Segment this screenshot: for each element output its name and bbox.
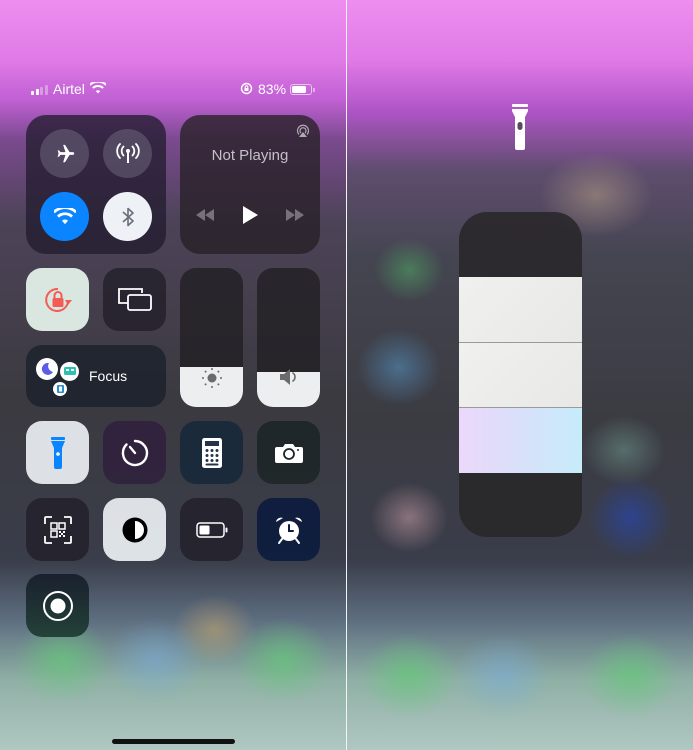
timer-icon: [121, 439, 148, 466]
battery-percent: 83%: [258, 81, 287, 97]
flashlight-icon: [50, 436, 65, 469]
screen-recording-button[interactable]: [26, 574, 89, 637]
cellular-data-toggle[interactable]: [103, 129, 152, 178]
brightness-slider[interactable]: [180, 268, 243, 407]
flashlight-icon: [512, 104, 528, 150]
flashlight-expanded-panel: [347, 0, 693, 750]
flashlight-level-segment: [459, 342, 582, 408]
moon-icon: [36, 358, 58, 380]
bed-icon: [60, 362, 79, 381]
sun-icon: [180, 367, 243, 389]
calculator-icon: [201, 437, 222, 468]
connectivity-module: [26, 115, 166, 254]
work-icon: [53, 382, 67, 396]
now-playing-title: Not Playing: [211, 147, 289, 164]
fast-forward-icon[interactable]: [285, 209, 305, 221]
wifi-icon: [53, 208, 76, 225]
flashlight-intensity-slider[interactable]: [459, 212, 582, 537]
airplay-icon[interactable]: [296, 124, 310, 138]
flashlight-level-segment: [459, 277, 582, 342]
bluetooth-toggle[interactable]: [103, 192, 152, 241]
alarm-clock-icon: [275, 517, 302, 544]
focus-label: Focus: [89, 368, 128, 384]
wifi-toggle[interactable]: [40, 192, 89, 241]
control-center-left-panel: Airtel 83% Not Playing Focus: [0, 0, 346, 750]
airplane-icon: [57, 144, 74, 162]
speaker-icon: [257, 367, 320, 387]
record-icon: [42, 590, 73, 621]
camera-button[interactable]: [257, 421, 320, 484]
status-bar: Airtel 83%: [0, 81, 346, 97]
battery-icon: [290, 84, 315, 95]
code-scanner-button[interactable]: [26, 498, 89, 561]
dark-mode-icon: [122, 517, 147, 542]
battery-icon: [195, 521, 227, 538]
volume-slider[interactable]: [257, 268, 320, 407]
airplane-mode-toggle[interactable]: [40, 129, 89, 178]
alarm-button[interactable]: [257, 498, 320, 561]
orientation-lock-icon: [44, 287, 72, 312]
cellular-antenna-icon: [115, 142, 140, 163]
rotation-lock-icon: [240, 82, 253, 95]
flashlight-button[interactable]: [26, 421, 89, 484]
home-indicator[interactable]: [112, 739, 235, 744]
camera-icon: [274, 443, 303, 463]
play-icon[interactable]: [242, 206, 258, 224]
low-power-mode-button[interactable]: [180, 498, 243, 561]
signal-icon: [31, 85, 48, 95]
orientation-lock-toggle[interactable]: [26, 268, 89, 331]
now-playing-module[interactable]: Not Playing: [180, 115, 320, 254]
qr-code-icon: [43, 515, 72, 544]
bluetooth-icon: [121, 207, 134, 226]
timer-button[interactable]: [103, 421, 166, 484]
calculator-button[interactable]: [180, 421, 243, 484]
flashlight-level-segment: [459, 407, 582, 473]
screen-mirroring-button[interactable]: [103, 268, 166, 331]
dark-mode-toggle[interactable]: [103, 498, 166, 561]
wifi-icon: [90, 82, 106, 94]
carrier-name: Airtel: [53, 81, 85, 97]
rewind-icon[interactable]: [195, 209, 215, 221]
focus-button[interactable]: Focus: [26, 345, 166, 407]
screen-mirroring-icon: [117, 287, 152, 311]
